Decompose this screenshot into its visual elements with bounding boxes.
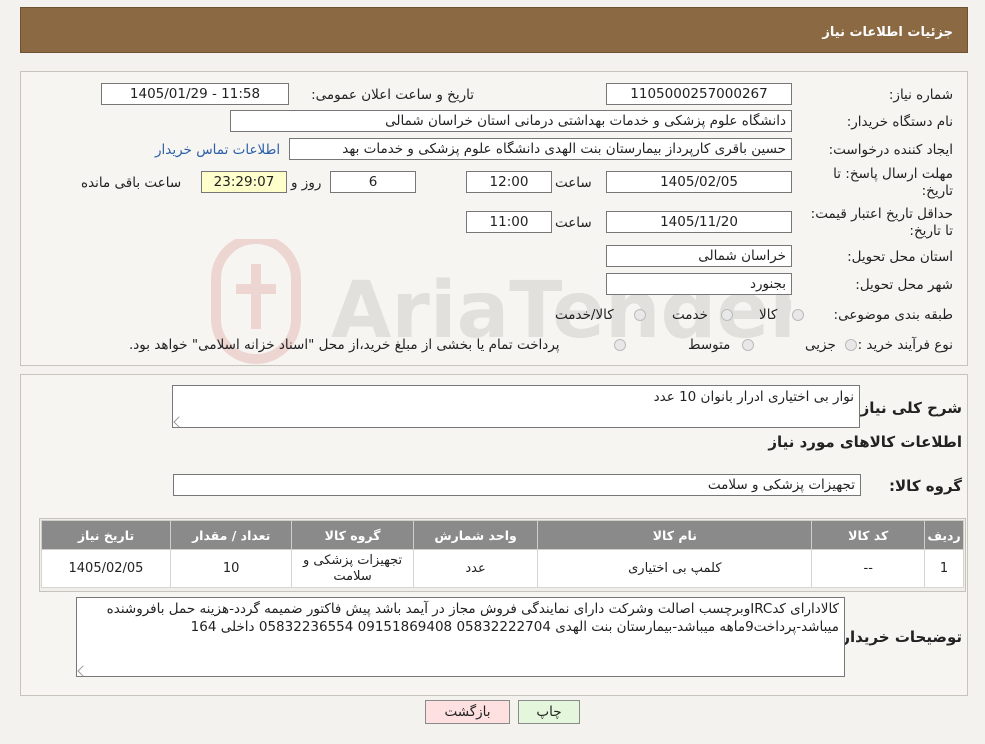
- category-label: طبقه بندی موضوعی:: [833, 307, 953, 323]
- announce-field: 1405/01/29 - 11:58: [101, 83, 289, 105]
- cell-group: تجهیزات پزشکی و سلامت: [291, 549, 414, 588]
- buyer-notes-textarea[interactable]: کالادارای کدIRCوبرچسب اصالت وشرکت دارای …: [76, 597, 845, 677]
- process-radio-treasury[interactable]: [614, 339, 626, 351]
- announce-label: تاریخ و ساعت اعلان عمومی:: [311, 87, 474, 103]
- col-qty: تعداد / مقدار: [169, 520, 293, 550]
- resize-handle-icon[interactable]: [77, 665, 89, 677]
- remaining-label: ساعت باقی مانده: [81, 175, 182, 191]
- process-note: پرداخت تمام یا بخشی از مبلغ خرید،از محل …: [129, 337, 560, 353]
- send-time-label: ساعت: [555, 175, 592, 191]
- col-code: کد کالا: [811, 520, 926, 550]
- general-info-panel: AriaTender.neT شماره نیاز: 1105000257000…: [20, 71, 968, 366]
- buyer-notes-text: کالادارای کدIRCوبرچسب اصالت وشرکت دارای …: [106, 601, 839, 635]
- process-label: نوع فرآیند خرید :: [857, 337, 953, 353]
- cell-date: 1405/02/05: [41, 549, 171, 588]
- col-group: گروه کالا: [291, 520, 414, 550]
- buyer-org-field: دانشگاه علوم پزشکی و خدمات بهداشتی درمان…: [230, 110, 792, 132]
- need-number-field: 1105000257000267: [606, 83, 792, 105]
- category-radio-goods[interactable]: [792, 309, 804, 321]
- col-name: نام کالا: [537, 520, 813, 550]
- summary-label: شرح کلی نیاز:: [854, 399, 962, 417]
- need-details-panel: شرح کلی نیاز: نوار بی اختیاری ادرار بانو…: [20, 374, 968, 696]
- category-goods-label: کالا: [759, 307, 778, 323]
- price-validity-date: 1405/11/20: [606, 211, 792, 233]
- days-remaining: 6: [330, 171, 416, 193]
- requester-label: ایجاد کننده درخواست:: [828, 142, 953, 158]
- days-label: روز و: [291, 175, 322, 191]
- col-date: تاریخ نیاز: [41, 520, 171, 550]
- validity-time-label: ساعت: [555, 215, 592, 231]
- page-title: جزئیات اطلاعات نیاز: [822, 25, 953, 40]
- page-header: جزئیات اطلاعات نیاز: [20, 7, 968, 53]
- send-deadline-time: 12:00: [466, 171, 552, 193]
- cell-row: 1: [924, 549, 964, 588]
- items-table-header: ردیف کد کالا نام کالا واحد شمارش گروه کا…: [41, 520, 964, 550]
- summary-textarea[interactable]: نوار بی اختیاری ادرار بانوان 10 عدد: [172, 385, 860, 428]
- cell-qty: 10: [169, 549, 293, 588]
- cell-name: کلمپ بی اختیاری: [537, 549, 813, 588]
- need-number-label: شماره نیاز:: [888, 87, 953, 103]
- process-radio-partial[interactable]: [845, 339, 857, 351]
- category-radio-service[interactable]: [721, 309, 733, 321]
- col-unit: واحد شمارش: [412, 520, 539, 550]
- remaining-time: 23:29:07: [201, 171, 287, 193]
- process-partial-label: جزیی: [805, 337, 836, 353]
- cell-unit: عدد: [412, 549, 539, 588]
- buyer-org-label: نام دستگاه خریدار:: [846, 114, 953, 130]
- city-field: بجنورد: [606, 273, 792, 295]
- group-field: تجهیزات پزشکی و سلامت: [173, 474, 861, 496]
- contact-buyer-link[interactable]: اطلاعات تماس خریدار: [155, 142, 280, 158]
- send-deadline-label: مهلت ارسال پاسخ: تا تاریخ:: [833, 166, 953, 199]
- summary-text: نوار بی اختیاری ادرار بانوان 10 عدد: [653, 389, 854, 405]
- cell-code: --: [811, 549, 926, 588]
- group-label: گروه کالا:: [889, 477, 962, 495]
- col-row: ردیف: [924, 520, 964, 550]
- process-radio-medium[interactable]: [742, 339, 754, 351]
- send-deadline-date: 1405/02/05: [606, 171, 792, 193]
- price-validity-time: 11:00: [466, 211, 552, 233]
- category-radio-goods-service[interactable]: [634, 309, 646, 321]
- print-button[interactable]: چاپ: [518, 700, 580, 724]
- province-field: خراسان شمالی: [606, 245, 792, 267]
- category-goods-service-label: کالا/خدمت: [555, 307, 614, 323]
- buyer-notes-label: توضیحات خریدار:: [835, 628, 962, 646]
- process-medium-label: متوسط: [688, 337, 731, 353]
- requester-field: حسین باقری کارپرداز بیمارستان بنت الهدی …: [289, 138, 792, 160]
- province-label: استان محل تحویل:: [847, 249, 953, 265]
- category-service-label: خدمت: [672, 307, 708, 323]
- back-button[interactable]: بازگشت: [425, 700, 510, 724]
- resize-handle-icon[interactable]: [173, 416, 185, 428]
- price-validity-label: حداقل تاریخ اعتبار قیمت: تا تاریخ:: [810, 206, 953, 239]
- city-label: شهر محل تحویل:: [855, 277, 953, 293]
- table-row: 1 -- کلمپ بی اختیاری عدد تجهیزات پزشکی و…: [41, 549, 964, 588]
- items-table: ردیف کد کالا نام کالا واحد شمارش گروه کا…: [41, 520, 964, 588]
- items-heading: اطلاعات کالاهای مورد نیاز: [768, 433, 962, 451]
